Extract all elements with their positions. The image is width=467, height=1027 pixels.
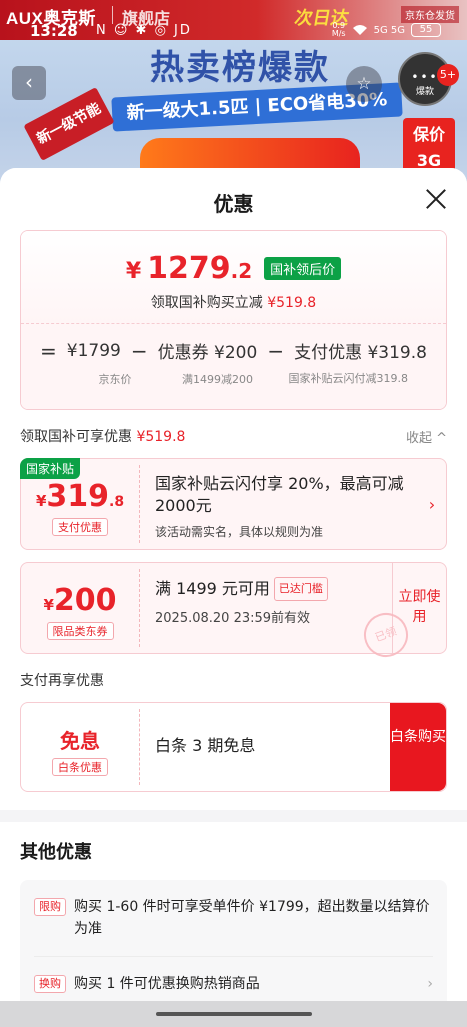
- minus-sign: −: [130, 338, 148, 363]
- net-speed: 0.9 M/s: [331, 21, 346, 38]
- pay-section-title: 支付再享优惠: [20, 673, 104, 689]
- section-amount: ¥519.8: [136, 429, 186, 445]
- subsidy-price-badge: 国补领后价: [264, 257, 342, 280]
- close-icon[interactable]: [425, 188, 447, 210]
- status-time: 13:28: [30, 22, 78, 40]
- limit-tag: 限购: [34, 898, 66, 916]
- wifi-icon: [352, 25, 367, 35]
- coupon-discount: 优惠券 ¥200: [157, 343, 258, 363]
- base-price: ¥1799: [66, 340, 121, 361]
- count-badge: 5+: [437, 64, 459, 86]
- coupon-type-tag: 支付优惠: [52, 518, 108, 536]
- list-item-text: 购买 1-60 件时可享受单件价 ¥1799，超出数量以结算价为准: [74, 899, 430, 937]
- baitiao-buy-button[interactable]: 白条购买: [390, 703, 446, 791]
- minus-sign: −: [267, 338, 285, 363]
- coupon-type-tag: 限品类东券: [46, 622, 114, 640]
- coupon-amount: 免息 白条优惠: [21, 703, 139, 791]
- chevron-right-icon: ›: [428, 495, 436, 514]
- equals-sign: =: [40, 338, 57, 363]
- coupon-title: 白条 3 期免息: [155, 736, 256, 755]
- coupon-title: 满 1499 元可用: [155, 579, 270, 598]
- final-price: ¥1279.2 国补领后价 领取国补购买立减 ¥519.8: [21, 231, 446, 323]
- hot-label: 爆款: [415, 87, 434, 97]
- exchange-tag: 换购: [34, 975, 66, 993]
- section-title: 其他优惠: [20, 842, 92, 863]
- signal-icon: 5G 5G: [373, 24, 405, 36]
- coupon-title: 国家补贴云闪付享 20%，最高可减 2000元: [155, 474, 404, 515]
- coupon-expire: 2025.08.20 23:59前有效: [155, 611, 311, 626]
- home-indicator[interactable]: [156, 1012, 312, 1016]
- list-item: 限购 购买 1-60 件时可享受单件价 ¥1799，超出数量以结算价为准: [34, 880, 433, 957]
- coupon-type-tag: 白条优惠: [52, 758, 108, 776]
- threshold-badge: 已达门槛: [273, 577, 328, 601]
- divider: [139, 709, 140, 785]
- price-integer: 1279: [147, 251, 231, 286]
- more-icon: •••: [411, 70, 439, 84]
- subsidy-coupon[interactable]: 国家补贴 ¥319.8 支付优惠 国家补贴云闪付享 20%，最高可减 2000元…: [20, 458, 447, 550]
- price-subtitle: 领取国补购买立减 ¥519.8: [150, 295, 317, 311]
- baitiao-coupon[interactable]: 免息 白条优惠 白条 3 期免息 白条购买: [20, 702, 447, 792]
- coupon-label: 满1499减200: [182, 373, 253, 386]
- hero-title: 热卖榜爆款: [150, 48, 330, 88]
- saving-amount: ¥519.8: [267, 295, 317, 311]
- list-item-text: 购买 1 件可优惠换购热销商品: [74, 976, 260, 992]
- chevron-right-icon: ›: [427, 976, 433, 992]
- favorite-button[interactable]: ☆: [346, 66, 382, 102]
- arrow-left-icon: ‹: [25, 70, 33, 94]
- sheet-header: 优惠: [0, 168, 467, 230]
- other-discounts: 其他优惠 限购 购买 1-60 件时可享受单件价 ¥1799，超出数量以结算价为…: [0, 822, 467, 1027]
- coupon-desc: 该活动需实名，具体以规则为准: [155, 525, 324, 539]
- notification-icons: N ☺ ✱ ◎ JD: [96, 23, 192, 38]
- discount-sheet: 优惠 ¥1279.2 国补领后价 领取国补购买立减 ¥519.8 = ¥1799…: [0, 168, 467, 1027]
- base-price-label: 京东价: [98, 373, 132, 386]
- price-summary-card: ¥1279.2 国补领后价 领取国补购买立减 ¥519.8 = ¥1799 − …: [20, 230, 447, 410]
- subsidy-section-header: 领取国补可享优惠 ¥519.8 收起 ^: [20, 426, 447, 446]
- battery-icon: 55: [411, 23, 441, 37]
- other-discount-list: 限购 购买 1-60 件时可享受单件价 ¥1799，超出数量以结算价为准 换购 …: [20, 880, 447, 1011]
- divider: [139, 465, 140, 543]
- jd-coupon[interactable]: ¥200 限品类东券 满 1499 元可用 已达门槛 2025.08.20 23:…: [20, 562, 447, 664]
- collapse-button[interactable]: 收起 ^: [406, 427, 447, 446]
- coupon-amount: ¥200 限品类东券: [43, 583, 117, 640]
- divider: [139, 569, 140, 647]
- back-button[interactable]: ‹: [12, 66, 46, 100]
- currency-symbol: ¥: [125, 259, 142, 284]
- sheet-body: ¥1279.2 国补领后价 领取国补购买立减 ¥519.8 = ¥1799 − …: [0, 230, 467, 810]
- pay-label: 国家补贴云闪付减319.8: [288, 372, 409, 385]
- sheet-title: 优惠: [213, 192, 254, 216]
- price-breakdown: = ¥1799 − 优惠券 ¥200 − 支付优惠 ¥319.8 京东价 满14…: [21, 323, 446, 409]
- coupon-amount: ¥319.8 支付优惠: [35, 479, 125, 536]
- section-title: 领取国补可享优惠: [20, 429, 132, 445]
- status-right: 0.9 M/s 5G 5G 55: [332, 22, 441, 38]
- home-indicator-area: [0, 1001, 467, 1027]
- pay-discount: 支付优惠 ¥319.8: [294, 343, 427, 363]
- price-decimal: .2: [230, 259, 253, 283]
- star-icon: ☆: [356, 74, 372, 94]
